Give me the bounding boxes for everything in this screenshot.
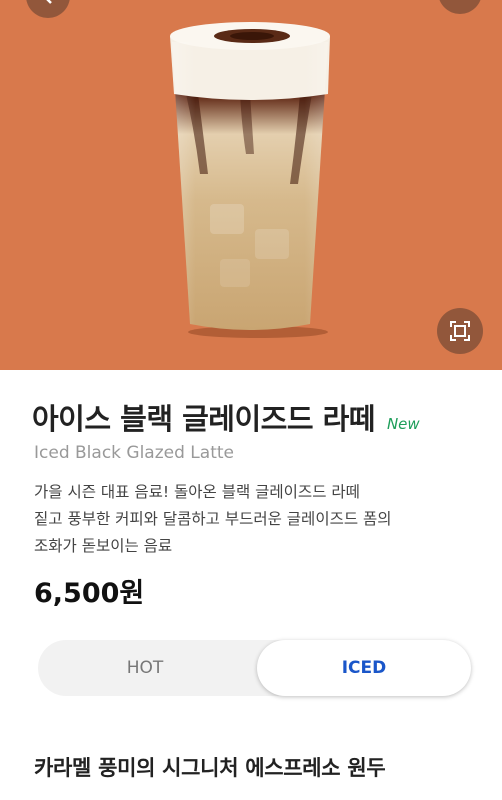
- new-badge: New: [386, 415, 420, 433]
- back-icon: [46, 0, 52, 4]
- product-name: 아이스 블랙 글레이즈드 라떼: [32, 402, 375, 436]
- product-hero: [0, 0, 502, 370]
- expand-icon: [450, 321, 470, 341]
- product-english-name: Iced Black Glazed Latte: [34, 443, 234, 463]
- product-image: [170, 22, 330, 338]
- back-button[interactable]: [26, 0, 70, 18]
- hot-option[interactable]: HOT: [38, 640, 252, 696]
- product-description: 가을 시즌 대표 음료! 돌아온 블랙 글레이즈드 라떼 짙고 풍부한 커피와 …: [34, 479, 474, 560]
- expand-image-button[interactable]: [437, 308, 483, 354]
- temperature-toggle: HOT ICED: [38, 640, 471, 696]
- share-icon: [450, 0, 470, 2]
- share-button[interactable]: [438, 0, 482, 14]
- iced-option[interactable]: ICED: [257, 640, 471, 696]
- description-line: 조화가 돋보이는 음료: [34, 537, 173, 555]
- description-line: 짙고 풍부한 커피와 달콤하고 부드러운 글레이즈드 폼의: [34, 510, 392, 528]
- product-title-row: 아이스 블랙 글레이즈드 라떼 New: [32, 396, 482, 438]
- section-title: 카라멜 풍미의 시그니처 에스프레소 원두: [34, 756, 386, 780]
- description-line: 가을 시즌 대표 음료! 돌아온 블랙 글레이즈드 라떼: [34, 483, 360, 501]
- product-price: 6,500원: [34, 578, 145, 609]
